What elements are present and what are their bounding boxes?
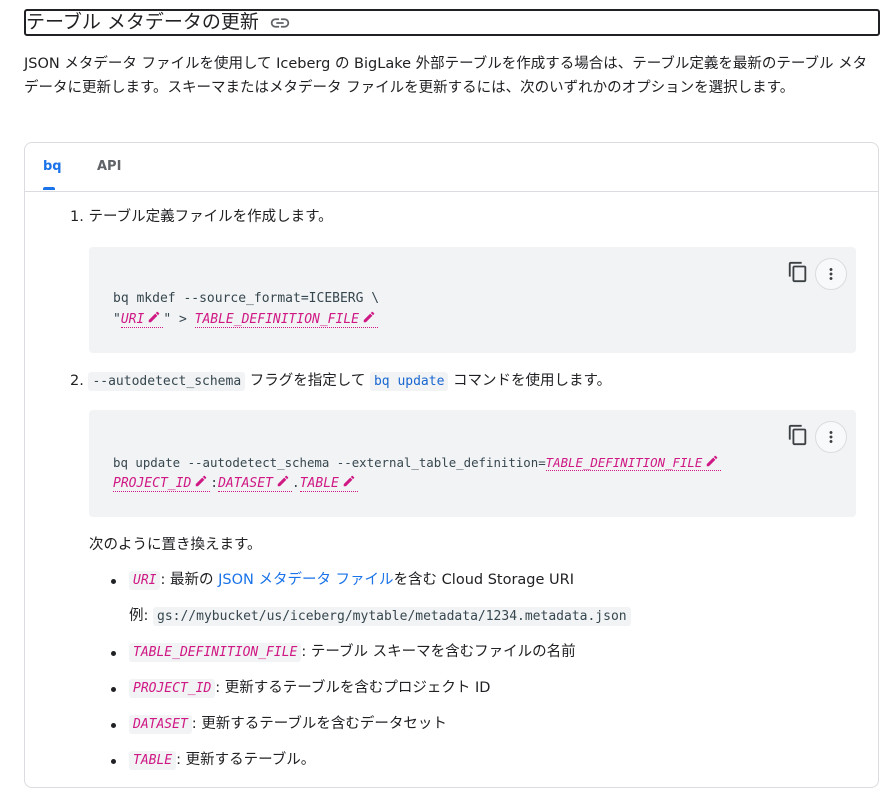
step-2: 2. --autodetect_schema フラグを指定して bq updat… [70, 370, 611, 393]
code-text: " > [163, 312, 195, 327]
more-options-button[interactable] [815, 421, 847, 453]
variable-project-id: PROJECT_ID [129, 679, 216, 698]
step-2-text-end: コマンドを使用します。 [448, 373, 612, 389]
tab-bar: bq API [25, 143, 878, 192]
variable-dataset[interactable]: DATASET [218, 475, 292, 492]
tab-bq[interactable]: bq [43, 143, 62, 191]
intro-paragraph: JSON メタデータ ファイルを使用して Iceberg の BigLake 外… [24, 56, 868, 96]
pencil-icon [343, 475, 355, 487]
variable-text: TABLE_DEFINITION_FILE [194, 312, 359, 327]
step-1: 1. テーブル定義ファイルを作成します。 [70, 206, 333, 228]
step-2-text: フラグを指定して [245, 373, 370, 389]
variable-dataset: DATASET [129, 715, 192, 734]
step-1-text: テーブル定義ファイルを作成します。 [88, 209, 333, 225]
variable-table-definition-file[interactable]: TABLE_DEFINITION_FILE [194, 311, 378, 328]
tab-api[interactable]: API [97, 143, 121, 191]
code-line: bq mkdef --source_format=ICEBERG \ [113, 291, 380, 306]
json-metadata-file-link[interactable]: JSON メタデータ ファイル [218, 572, 393, 588]
code-block-1: bq mkdef --source_format=ICEBERG \ "URI "… [89, 247, 856, 353]
bullet [111, 651, 116, 656]
replace-intro: 次のように置き換えます。 [89, 537, 262, 553]
variable-uri[interactable]: URI [120, 311, 164, 328]
variable-text: URI [120, 312, 145, 327]
more-vert-icon [829, 431, 833, 443]
list-item-uri: URI: 最新の JSON メタデータ ファイルを含む Cloud Storag… [129, 569, 574, 592]
list-text: を含む Cloud Storage URI [393, 572, 575, 588]
more-options-button[interactable] [815, 258, 847, 290]
copy-icon[interactable] [787, 424, 809, 446]
command-code[interactable]: bq update [369, 372, 449, 391]
bullet [111, 687, 116, 692]
variable-text: PROJECT_ID [113, 476, 192, 491]
example-label: 例: [129, 608, 153, 624]
page-title: テーブル メタデータの更新 [26, 11, 259, 33]
page: テーブル メタデータの更新 JSON メタデータ ファイルを使用して Icebe… [0, 0, 896, 801]
pencil-icon [196, 475, 207, 487]
list-item-table: TABLE: 更新するテーブル。 [129, 749, 315, 772]
code-text: : [210, 476, 219, 491]
code-text: " [113, 312, 121, 327]
pencil-icon [149, 311, 160, 323]
variable-project-id[interactable]: PROJECT_ID [113, 475, 211, 492]
pencil-icon [707, 455, 718, 467]
variable-table[interactable]: TABLE [299, 475, 358, 492]
flag-code: --autodetect_schema [88, 372, 246, 391]
example-line: 例: gs://mybucket/us/iceberg/mytable/meta… [129, 605, 631, 628]
list-item-dataset: DATASET: 更新するテーブルを含むデータセット [129, 713, 447, 736]
link-icon[interactable] [269, 12, 291, 34]
bullet [111, 723, 116, 728]
step-1-number: 1. [70, 209, 84, 225]
code-text: . [291, 476, 300, 491]
code-block-2: bq update --autodetect_schema --external… [89, 410, 856, 517]
list-item-project-id: PROJECT_ID: 更新するテーブルを含むプロジェクト ID [129, 677, 490, 700]
variable-text: DATASET [218, 476, 273, 491]
variable-table-definition-file: TABLE_DEFINITION_FILE [129, 643, 302, 662]
variable-uri: URI [129, 571, 161, 590]
example-value: gs://mybucket/us/iceberg/mytable/metadat… [153, 607, 631, 626]
more-vert-icon [829, 268, 833, 280]
code-line: PROJECT_ID:DATASET .TABLE [113, 474, 358, 494]
copy-icon[interactable] [787, 261, 809, 283]
code-text: bq update --autodetect_schema --external… [113, 455, 546, 470]
tab-panel: bq API 1. テーブル定義ファイルを作成します。 bq mkdef --s… [24, 142, 879, 788]
active-tab-indicator [43, 187, 55, 190]
list-text: : テーブル スキーマを含むファイルの名前 [301, 644, 576, 660]
variable-table-definition-file[interactable]: TABLE_DEFINITION_FILE [545, 455, 722, 471]
list-item-table-definition-file: TABLE_DEFINITION_FILE: テーブル スキーマを含むファイルの… [129, 641, 576, 664]
list-text: : 更新するテーブルを含むプロジェクト ID [215, 680, 491, 696]
pencil-icon [277, 475, 289, 487]
variable-table: TABLE [129, 751, 177, 770]
pencil-icon [363, 311, 375, 323]
variable-text: TABLE [299, 476, 339, 491]
list-text: : 更新するテーブル。 [176, 752, 316, 768]
code-line: "URI " > TABLE_DEFINITION_FILE [113, 310, 378, 330]
code-line: bq update --autodetect_schema --external… [113, 453, 722, 473]
variable-text: TABLE_DEFINITION_FILE [545, 455, 703, 470]
list-text: : 更新するテーブルを含むデータセット [191, 716, 447, 732]
bullet [111, 579, 116, 584]
section-heading: テーブル メタデータの更新 [24, 9, 880, 36]
bullet [111, 759, 116, 764]
list-text: : 最新の [160, 572, 219, 588]
step-2-number: 2. [70, 373, 84, 389]
